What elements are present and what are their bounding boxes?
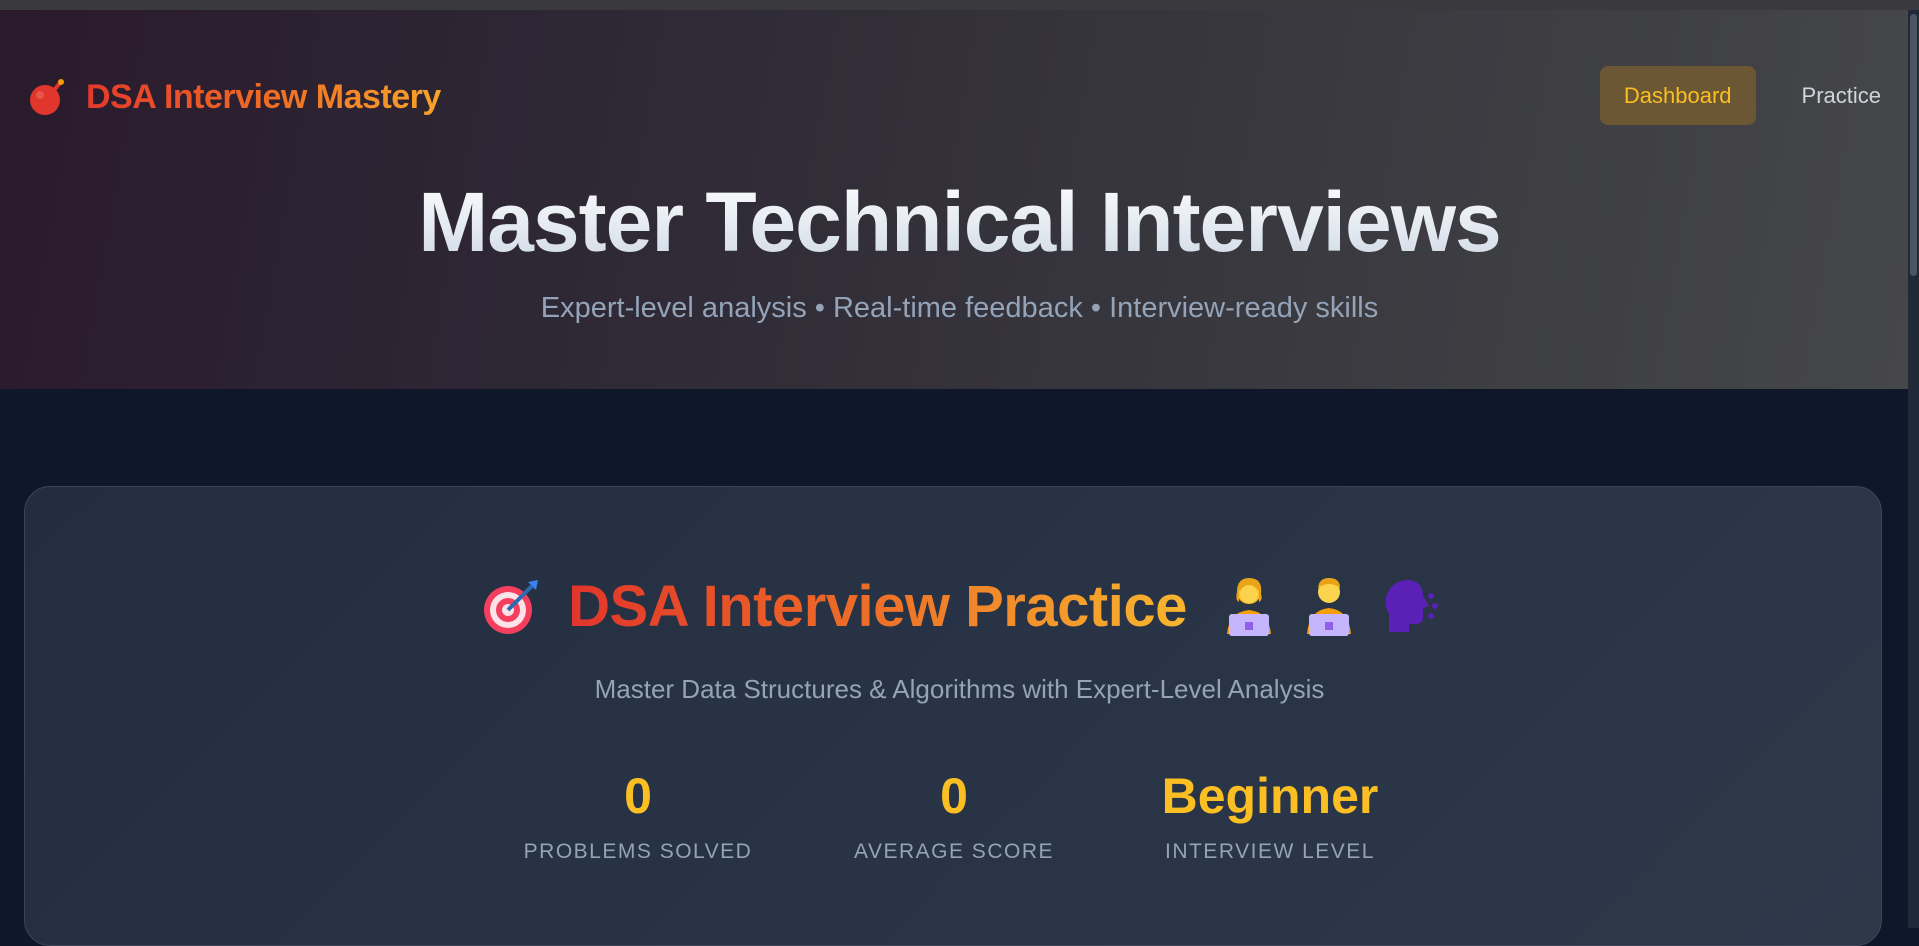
stat-label: AVERAGE SCORE xyxy=(854,840,1054,863)
stats-row: 0 PROBLEMS SOLVED 0 AVERAGE SCORE Beginn… xyxy=(0,764,1919,884)
nav-practice-link[interactable]: Practice xyxy=(1802,66,1881,125)
bomb-icon xyxy=(28,77,68,117)
nav-dashboard-button[interactable]: Dashboard xyxy=(1599,66,1756,125)
man-technologist-icon xyxy=(1299,574,1359,638)
hero-title: Master Technical Interviews xyxy=(0,172,1919,272)
main-nav: Dashboard Practice xyxy=(1599,66,1881,125)
practice-card-heading: DSA Interview Practice xyxy=(0,566,1919,646)
stat-value: 0 xyxy=(940,768,968,824)
target-icon xyxy=(480,574,540,638)
brand-title: DSA Interview Mastery xyxy=(86,77,441,116)
stat-label: INTERVIEW LEVEL xyxy=(1164,840,1375,863)
stat-interview-level: Beginner INTERVIEW LEVEL xyxy=(1120,764,1420,864)
practice-card-subtitle: Master Data Structures & Algorithms with… xyxy=(594,674,1325,704)
hero-subtitle: Expert-level analysis • Real-time feedba… xyxy=(540,292,1379,324)
stat-label: PROBLEMS SOLVED xyxy=(523,840,753,863)
stat-average-score: 0 AVERAGE SCORE xyxy=(804,764,1104,864)
stat-value: 0 xyxy=(624,768,652,824)
brand-logo-link[interactable]: DSA Interview Mastery xyxy=(28,74,441,120)
stat-problems-solved: 0 PROBLEMS SOLVED xyxy=(488,764,788,864)
speaking-head-icon xyxy=(1379,574,1439,638)
practice-card-title: DSA Interview Practice xyxy=(568,573,1187,639)
woman-technologist-icon xyxy=(1219,574,1279,638)
stat-value: Beginner xyxy=(1161,768,1379,824)
